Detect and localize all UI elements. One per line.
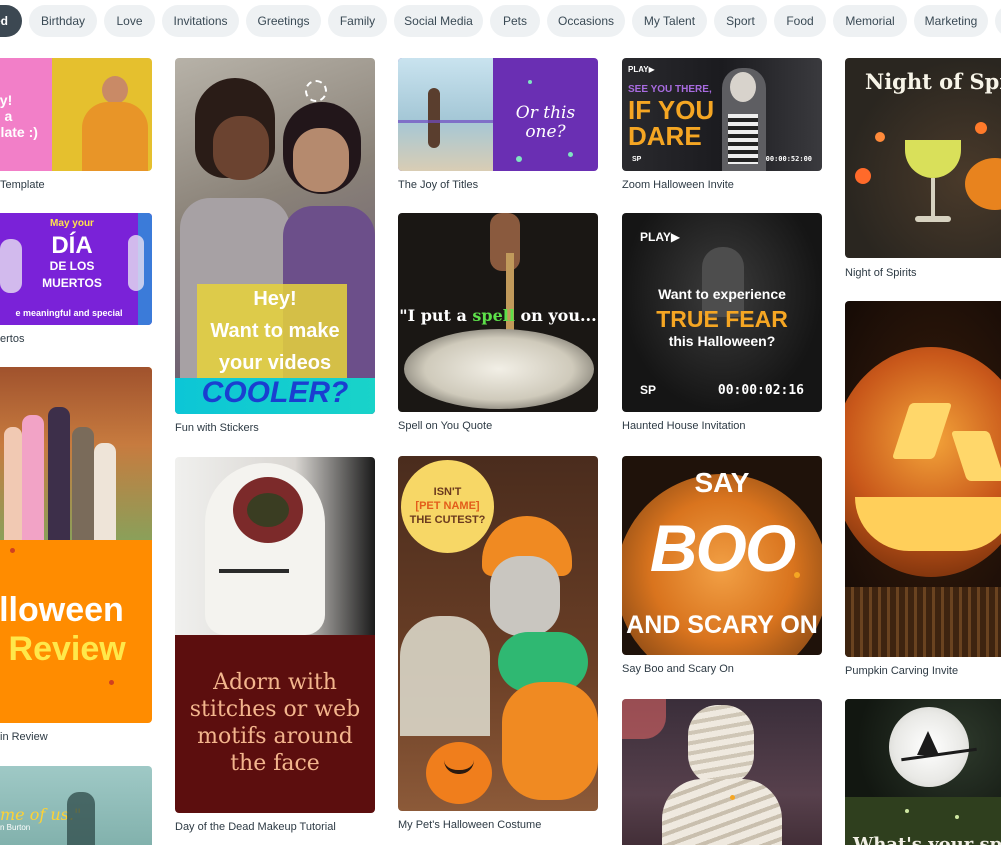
card-caption: The Joy of Titles (398, 179, 479, 191)
chip-sport[interactable]: Sport (714, 5, 767, 37)
template-card-say-boo[interactable]: SAY BOO AND SCARY ON Say Boo and Scary O… (622, 456, 822, 681)
card-caption: Fun with Stickers (175, 422, 259, 434)
template-thumbnail: me of us." n Burton (0, 766, 152, 845)
template-card-halloween-in-review[interactable]: alloween n Review in Review (0, 367, 152, 747)
template-card-pet-halloween-costume[interactable]: ISN'T [PET NAME] THE CUTEST? My Pet's Ha… (398, 456, 598, 836)
chip-featured[interactable]: ed (0, 5, 22, 37)
template-card-dia-de-los-muertos[interactable]: May your DÍA DE LOS MUERTOS e meaningful… (0, 213, 152, 348)
chip-marketing[interactable]: Marketing (914, 5, 988, 37)
chip-social-media[interactable]: Social Media (394, 5, 483, 37)
chip-invitations[interactable]: Invitations (162, 5, 239, 37)
template-card-template[interactable]: ey! n a plate :) Template (0, 58, 152, 198)
template-thumbnail: PLAY▶ Want to experience TRUE FEAR this … (622, 213, 822, 412)
chip-greetings[interactable]: Greetings (246, 5, 321, 37)
card-caption: Spell on You Quote (398, 420, 493, 432)
template-card-pumpkin-carving-invite[interactable]: Pumpkin Carving Invite (845, 301, 1001, 681)
template-card-joy-of-titles[interactable]: Or this one? The Joy of Titles (398, 58, 598, 198)
chip-more[interactable] (995, 5, 1001, 37)
template-thumbnail: Or this one? (398, 58, 598, 171)
chip-pets[interactable]: Pets (490, 5, 540, 37)
card-caption: Night of Spirits (845, 267, 917, 279)
template-thumbnail: Adorn with stitches or web motifs around… (175, 457, 375, 813)
template-card-mummy[interactable] (622, 699, 822, 845)
chip-memorial[interactable]: Memorial (833, 5, 907, 37)
template-thumbnail: Hey! Want to make your videos COOLER? (175, 58, 375, 414)
chip-occasions[interactable]: Occasions (547, 5, 625, 37)
card-caption: My Pet's Halloween Costume (398, 819, 542, 831)
card-caption: Pumpkin Carving Invite (845, 665, 959, 677)
card-caption: Say Boo and Scary On (622, 663, 734, 675)
template-thumbnail: What's your spo (845, 699, 1001, 845)
chip-love[interactable]: Love (104, 5, 155, 37)
template-thumbnail (622, 699, 822, 845)
chip-family[interactable]: Family (328, 5, 387, 37)
template-card-night-of-spirits[interactable]: Night of Spiri Night of Spirits (845, 58, 1001, 284)
template-card-fun-with-stickers[interactable]: Hey! Want to make your videos COOLER? Fu… (175, 58, 375, 438)
chip-my-talent[interactable]: My Talent (632, 5, 707, 37)
template-thumbnail: ISN'T [PET NAME] THE CUTEST? (398, 456, 598, 811)
card-caption: Haunted House Invitation (622, 420, 746, 432)
template-card-zoom-halloween-invite[interactable]: PLAY▶ SEE YOU THERE, IF YOU DARE SP 00:0… (622, 58, 822, 198)
template-thumbnail: alloween n Review (0, 367, 152, 723)
chip-birthday[interactable]: Birthday (29, 5, 97, 37)
template-thumbnail: "I put a spell on you... (398, 213, 598, 412)
template-card-partial-bottom[interactable]: me of us." n Burton (0, 766, 152, 845)
template-thumbnail: PLAY▶ SEE YOU THERE, IF YOU DARE SP 00:0… (622, 58, 822, 171)
card-caption: Template (0, 179, 45, 191)
template-thumbnail: ey! n a plate :) (0, 58, 152, 171)
card-caption: ertos (0, 333, 25, 345)
template-card-haunted-house-invitation[interactable]: PLAY▶ Want to experience TRUE FEAR this … (622, 213, 822, 438)
category-bar: ed Birthday Love Invitations Greetings F… (0, 5, 1001, 37)
card-caption: Day of the Dead Makeup Tutorial (175, 821, 336, 833)
template-card-day-of-the-dead-makeup[interactable]: Adorn with stitches or web motifs around… (175, 457, 375, 837)
chip-food[interactable]: Food (774, 5, 826, 37)
card-caption: Zoom Halloween Invite (622, 179, 734, 191)
template-thumbnail: Night of Spiri (845, 58, 1001, 258)
template-card-witch[interactable]: What's your spo (845, 699, 1001, 845)
template-card-spell-on-you[interactable]: "I put a spell on you... Spell on You Qu… (398, 213, 598, 438)
template-thumbnail (845, 301, 1001, 657)
card-caption: in Review (0, 731, 48, 743)
template-thumbnail: SAY BOO AND SCARY ON (622, 456, 822, 655)
template-thumbnail: May your DÍA DE LOS MUERTOS e meaningful… (0, 213, 152, 325)
